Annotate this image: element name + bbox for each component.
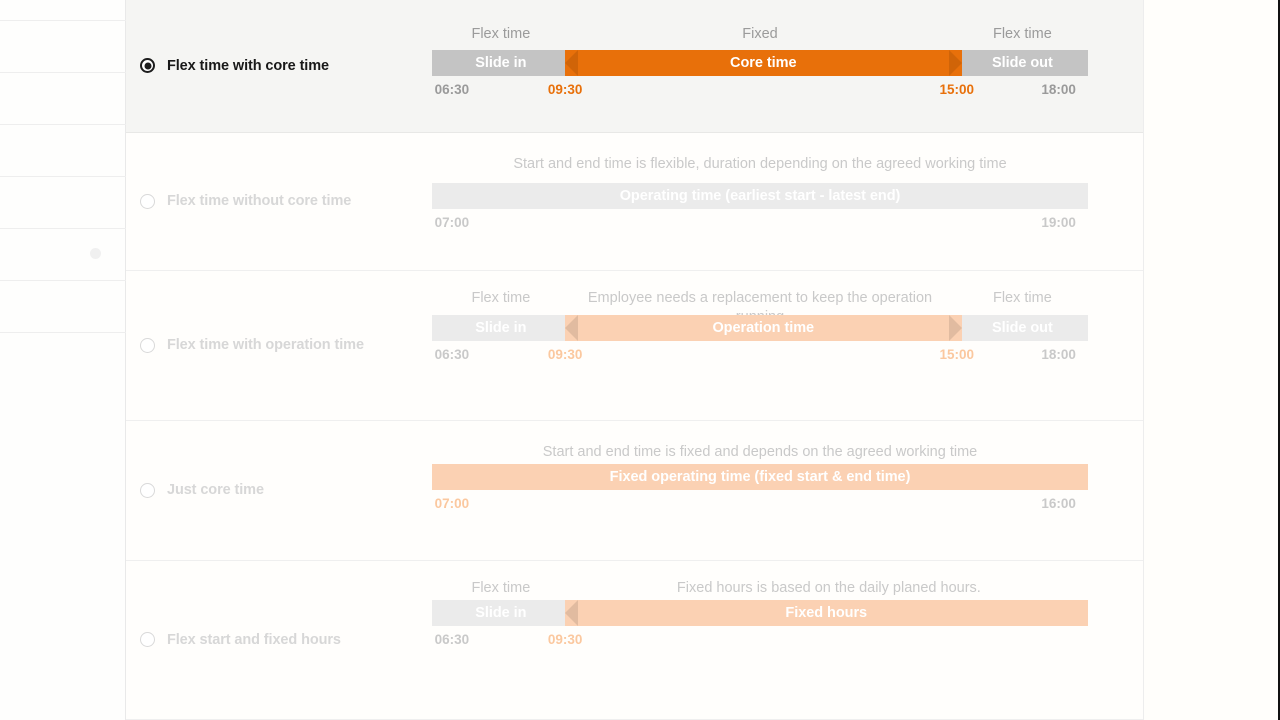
timeline-segment-label: Slide in xyxy=(475,605,527,621)
band-caption: Flex time xyxy=(992,290,1052,306)
timeline-segment-label: Fixed operating time (fixed start & end … xyxy=(609,469,911,485)
timeline-segment-accent: Fixed hours xyxy=(564,600,1088,626)
timeline-segment-accent: Operation time xyxy=(564,315,963,341)
timeline-segment-label: Slide in xyxy=(475,320,527,336)
timeline-segment-label: Operation time xyxy=(712,320,815,336)
timeline-tick-label: 09:30 xyxy=(547,82,583,97)
timeline-segment-label: Core time xyxy=(730,55,797,71)
timeline-segment-accent: Core time xyxy=(564,50,963,76)
timeline-bar: Slide in Core time Slide out xyxy=(418,50,1108,76)
bar-cap-right-icon xyxy=(949,315,963,341)
screen: Flex time with core time Flex time Fixed Fl… xyxy=(0,0,1280,720)
timeline-tick-label: 15:00 xyxy=(939,347,975,362)
timeline-segment-label: Slide out xyxy=(992,55,1053,71)
timeline-segment-gray: Slide in xyxy=(432,315,570,341)
timeline-segment-gray: Operating time (earliest start - latest … xyxy=(432,183,1088,209)
radio-button-flex-time-with-operation-time[interactable] xyxy=(140,337,155,353)
timeline-tick-label: 18:00 xyxy=(1041,347,1076,362)
timeline-segment-accent: Fixed operating time (fixed start & end … xyxy=(432,464,1088,490)
timeline-tick-label: 09:30 xyxy=(547,632,583,647)
band-caption: Start and end time is fixed and depends … xyxy=(542,444,978,460)
timeline-tick-label: 06:30 xyxy=(434,632,470,647)
timeline-segment-label: Slide out xyxy=(992,320,1053,336)
timeline-tick-label: 16:00 xyxy=(1041,496,1076,511)
timeline-tick-label: 19:00 xyxy=(1041,215,1076,230)
band-caption: Flex time xyxy=(471,290,531,306)
timeline-segment-gray: Slide out xyxy=(956,50,1088,76)
timeline-segment-gray: Slide in xyxy=(432,600,570,626)
radio-button-just-core-time[interactable] xyxy=(140,482,155,498)
timeline-segment-gray: Slide out xyxy=(956,315,1088,341)
timeline-bar: Fixed operating time (fixed start & end … xyxy=(418,464,1108,490)
timeline-bar: Operating time (earliest start - latest … xyxy=(418,183,1108,209)
timeline-tick-label: 06:30 xyxy=(434,82,470,97)
timeline-tick-label: 18:00 xyxy=(1041,82,1076,97)
band-caption: Flex time xyxy=(471,580,531,596)
radio-button-flex-start-and-fixed-hours[interactable] xyxy=(140,632,155,648)
background-list-row xyxy=(0,228,126,280)
bar-cap-left-icon xyxy=(564,600,578,626)
option-label: Flex time with operation time xyxy=(167,337,364,354)
timeline-tick-label: 06:30 xyxy=(434,347,470,362)
option-label-cell[interactable]: Flex time without core time xyxy=(126,191,418,212)
option-diagram: Flex time Employee needs a replacement to… xyxy=(418,271,1143,420)
working-time-model-options: Flex time with core time Flex time Fixed Fl… xyxy=(126,0,1143,720)
background-list-row xyxy=(0,332,126,384)
option-label-cell[interactable]: Flex time with core time xyxy=(126,56,418,77)
option-label-cell[interactable]: Flex time with operation time xyxy=(126,335,418,356)
radio-button-flex-time-with-core-time[interactable] xyxy=(140,58,155,74)
background-list xyxy=(0,0,126,720)
option-label: Just core time xyxy=(167,482,264,499)
band-caption: Start and end time is flexible, duration… xyxy=(513,156,1007,172)
timeline-segment-gray: Slide in xyxy=(432,50,570,76)
option-diagram: Start and end time is flexible, duration… xyxy=(418,133,1143,270)
bar-cap-left-icon xyxy=(564,315,578,341)
bar-cap-right-icon xyxy=(949,50,963,76)
band-caption: Flex time xyxy=(992,26,1052,42)
background-right-area xyxy=(1143,0,1278,720)
option-label: Flex time without core time xyxy=(167,193,352,210)
timeline-bar: Slide in Operation time Slide out xyxy=(418,315,1108,341)
option-label: Flex start and fixed hours xyxy=(167,631,341,648)
timeline-tick-label: 15:00 xyxy=(939,82,975,97)
timeline-segment-label: Fixed hours xyxy=(785,605,868,621)
timeline-segment-label: Operating time (earliest start - latest … xyxy=(619,188,901,204)
option-diagram: Start and end time is fixed and depends … xyxy=(418,421,1143,560)
option-label-cell[interactable]: Just core time xyxy=(126,480,418,501)
timeline-bar: Slide in Fixed hours xyxy=(418,600,1108,626)
option-row-flex-time-with-operation-time[interactable]: Flex time with operation time Flex time Em… xyxy=(126,271,1143,421)
option-row-flex-start-and-fixed-hours[interactable]: Flex start and fixed hours Flex time Fixed… xyxy=(126,561,1143,720)
background-list-row xyxy=(0,20,126,72)
option-row-just-core-time[interactable]: Just core time Start and end time is fixe… xyxy=(126,421,1143,561)
radio-button-flex-time-without-core-time[interactable] xyxy=(140,193,155,209)
option-diagram: Flex time Fixed hours is based on the dai… xyxy=(418,561,1143,719)
option-label-cell[interactable]: Flex start and fixed hours xyxy=(126,630,418,651)
status-dot-icon xyxy=(90,248,101,259)
timeline-tick-label: 09:30 xyxy=(547,347,583,362)
timeline-tick-label: 07:00 xyxy=(434,215,470,230)
option-row-flex-time-with-core-time[interactable]: Flex time with core time Flex time Fixed Fl… xyxy=(126,0,1143,133)
band-caption: Flex time xyxy=(471,26,531,42)
background-list-row xyxy=(0,280,126,332)
timeline-tick-label: 07:00 xyxy=(434,496,470,511)
option-label: Flex time with core time xyxy=(167,57,329,74)
option-row-flex-time-without-core-time[interactable]: Flex time without core time Start and end… xyxy=(126,133,1143,271)
background-list-row xyxy=(0,72,126,124)
background-list-row xyxy=(0,124,126,176)
background-list-row xyxy=(0,176,126,228)
timeline-segment-label: Slide in xyxy=(475,55,527,71)
option-diagram: Flex time Fixed Flex time Slide in Core time… xyxy=(418,0,1143,132)
bar-cap-left-icon xyxy=(564,50,578,76)
band-caption: Fixed xyxy=(742,26,778,42)
